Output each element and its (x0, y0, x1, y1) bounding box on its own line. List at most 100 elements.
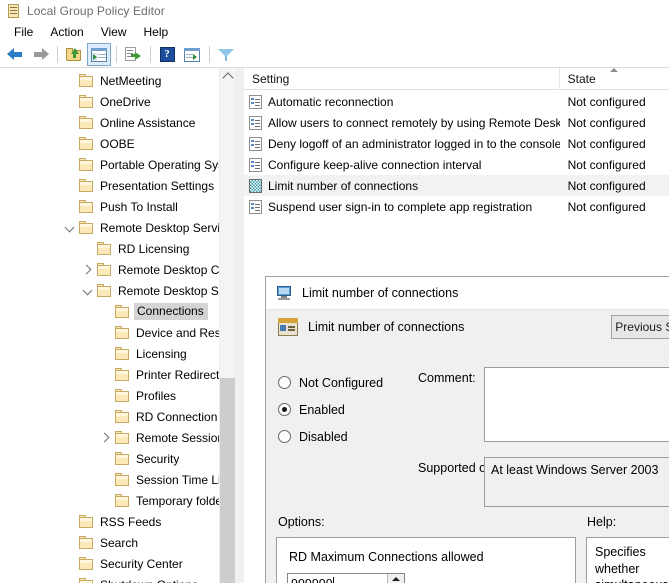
tree-item[interactable]: Push To Install (0, 196, 235, 217)
tree-item-label: Profiles (136, 389, 176, 403)
cell-setting: Allow users to connect remotely by using… (244, 116, 560, 130)
show-action-pane-button[interactable] (180, 43, 204, 66)
tree-item[interactable]: Portable Operating System (0, 154, 235, 175)
tree-item[interactable]: Remote Desktop Sessi (0, 280, 235, 301)
column-header-state[interactable]: State (560, 68, 669, 90)
toolbar: ? (0, 42, 669, 68)
tree-item[interactable]: Search (0, 532, 235, 553)
toolbar-separator-3 (150, 46, 151, 63)
folder-icon (96, 242, 113, 256)
tree-item[interactable]: Session Time Limit (0, 469, 235, 490)
options-panel: RD Maximum Connections allowed 999999 Ty… (276, 537, 576, 583)
tree-item-label: Portable Operating System (100, 158, 235, 172)
tree-item[interactable]: RD Connection Bro (0, 406, 235, 427)
setting-name: Suspend user sign-in to complete app reg… (268, 200, 532, 214)
chevron-right-icon[interactable] (98, 427, 114, 448)
table-row[interactable]: Allow users to connect remotely by using… (244, 112, 669, 133)
rd-maximum-connections-spinner[interactable]: 999999 (287, 573, 405, 583)
folder-icon (78, 557, 95, 571)
radio-enabled[interactable]: Enabled (278, 396, 418, 423)
export-list-button[interactable] (121, 43, 145, 66)
tree-item[interactable]: Device and Resour (0, 322, 235, 343)
menu-file[interactable]: File (6, 23, 42, 41)
content-area: NetMeetingOneDriveOnline AssistanceOOBE P… (0, 68, 669, 583)
tree-item[interactable]: Presentation Settings (0, 175, 235, 196)
show-hide-console-tree-button[interactable] (87, 43, 111, 66)
folder-icon (114, 473, 131, 487)
chevron-down-icon[interactable] (80, 280, 96, 301)
tree-item[interactable]: Security Center (0, 553, 235, 574)
policy-setting-large-icon (278, 318, 298, 336)
table-row[interactable]: Suspend user sign-in to complete app reg… (244, 196, 669, 217)
spinner-buttons[interactable] (387, 574, 404, 583)
tree-item[interactable]: Online Assistance (0, 112, 235, 133)
folder-icon (78, 137, 95, 151)
radio-not-configured[interactable]: Not Configured (278, 369, 418, 396)
list-header: Setting State (244, 68, 669, 90)
table-row[interactable]: Automatic reconnectionNot configured (244, 91, 669, 112)
tree-item[interactable]: Security (0, 448, 235, 469)
tree-item-label: Security (136, 452, 179, 466)
previous-setting-button[interactable]: Previous Setting (611, 315, 669, 339)
twisty-spacer (62, 553, 78, 574)
tree-item[interactable]: Temporary folders (0, 490, 235, 511)
forward-button[interactable] (28, 43, 52, 66)
table-row[interactable]: Configure keep-alive connection interval… (244, 154, 669, 175)
chevron-down-icon[interactable] (62, 217, 78, 238)
radio-not-configured-indicator[interactable] (278, 376, 291, 389)
column-header-setting[interactable]: Setting (244, 68, 560, 90)
menu-help[interactable]: Help (136, 23, 178, 41)
radio-disabled[interactable]: Disabled (278, 423, 418, 450)
table-row[interactable]: Deny logoff of an administrator logged i… (244, 133, 669, 154)
tree-item[interactable]: OOBE (0, 133, 235, 154)
rd-maximum-connections-input[interactable]: 999999 (288, 574, 387, 583)
action-pane-icon (184, 48, 200, 62)
tree-item[interactable]: Licensing (0, 343, 235, 364)
tree-item[interactable]: Profiles (0, 385, 235, 406)
radio-disabled-indicator[interactable] (278, 430, 291, 443)
cell-state: Not configured (560, 137, 669, 151)
local-group-policy-editor-window: Local Group Policy Editor File Action Vi… (0, 0, 669, 583)
tree-item[interactable]: Connections (0, 301, 235, 322)
tree-item[interactable]: Remote Desktop Services (0, 217, 235, 238)
help-panel[interactable]: Specifies whether simultaneous con You c… (586, 537, 669, 583)
tree-item-label: Connections (134, 303, 208, 320)
menu-view[interactable]: View (93, 23, 136, 41)
toolbar-separator-4 (209, 46, 210, 63)
cell-setting: Deny logoff of an administrator logged i… (244, 137, 560, 151)
limit-number-of-connections-dialog[interactable]: Limit number of connections Limit number… (265, 276, 669, 583)
console-tree-panel[interactable]: NetMeetingOneDriveOnline AssistanceOOBE P… (0, 68, 235, 583)
tree-item[interactable]: RSS Feeds (0, 511, 235, 532)
radio-enabled-indicator[interactable] (278, 403, 291, 416)
twisty-spacer (98, 322, 114, 343)
option-title: RD Maximum Connections allowed (289, 550, 484, 564)
policy-state-radio-group: Not Configured Enabled Disabled (278, 369, 418, 450)
setting-name: Automatic reconnection (268, 95, 393, 109)
back-button[interactable] (3, 43, 27, 66)
tree-item[interactable]: Printer Redirection (0, 364, 235, 385)
filter-button[interactable] (214, 43, 238, 66)
setting-name: Configure keep-alive connection interval (268, 158, 481, 172)
comment-textarea[interactable] (484, 367, 669, 442)
tree-item[interactable]: RD Licensing (0, 238, 235, 259)
scroll-up-arrow-icon[interactable] (220, 68, 235, 85)
folder-icon (114, 494, 131, 508)
up-one-level-button[interactable] (62, 43, 86, 66)
tree-item[interactable]: Remote Desktop Conn (0, 259, 235, 280)
help-button[interactable]: ? (155, 43, 179, 66)
tree-item[interactable]: Remote Session En (0, 427, 235, 448)
tree-item[interactable]: Shutdown Options (0, 574, 235, 583)
scrollbar-thumb[interactable] (220, 378, 235, 583)
tree-item-label: Push To Install (100, 200, 178, 214)
policy-setting-icon (249, 95, 262, 109)
tree-vertical-scrollbar[interactable] (219, 68, 235, 583)
spinner-up-icon[interactable] (388, 574, 404, 583)
tree-item[interactable]: OneDrive (0, 91, 235, 112)
panel-splitter[interactable] (235, 68, 244, 583)
chevron-right-icon[interactable] (80, 259, 96, 280)
tree-item[interactable]: NetMeeting (0, 70, 235, 91)
table-row[interactable]: Limit number of connectionsNot configure… (244, 175, 669, 196)
folder-icon (114, 326, 131, 340)
menu-action[interactable]: Action (42, 23, 92, 41)
dialog-title: Limit number of connections (302, 286, 458, 300)
